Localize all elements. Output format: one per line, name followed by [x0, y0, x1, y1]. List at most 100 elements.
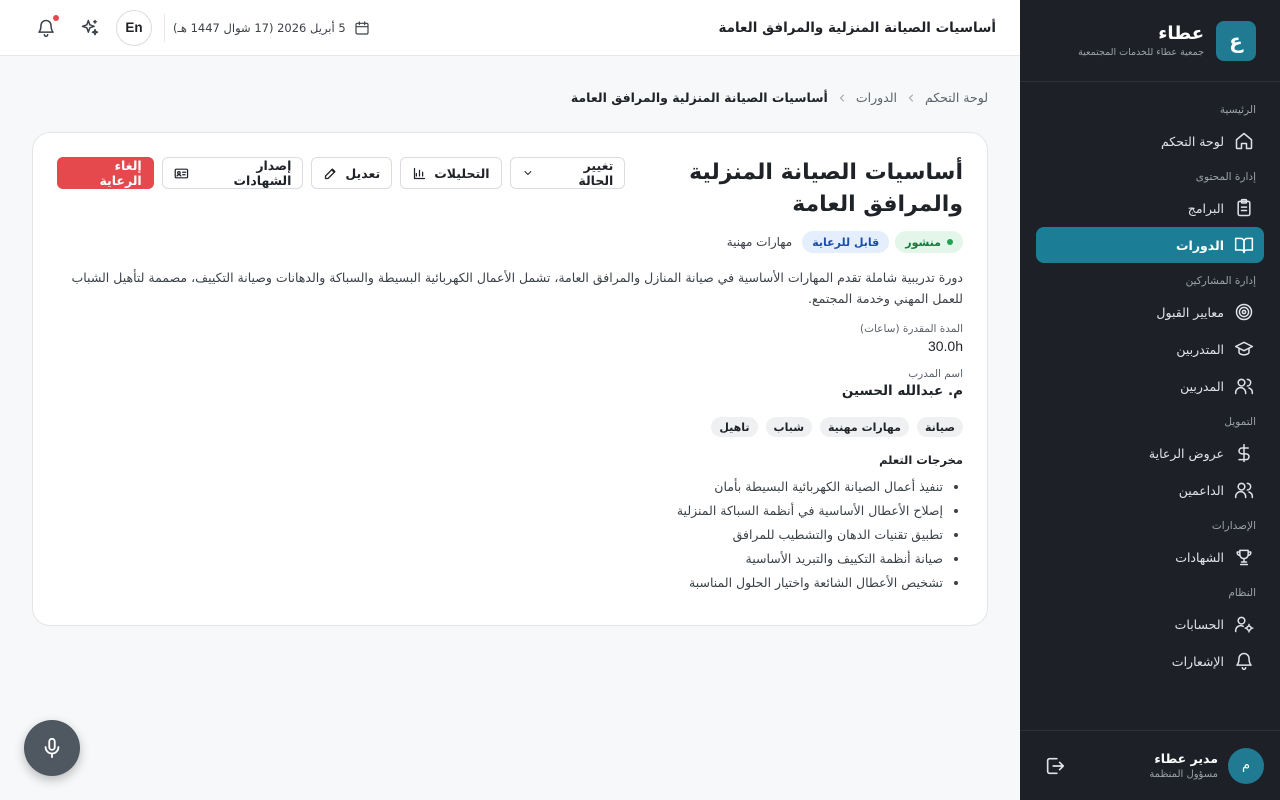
list-item: صيانة أنظمة التكييف والتبريد الأساسية	[57, 547, 943, 571]
pencil-icon	[325, 168, 336, 179]
logout-icon[interactable]	[1044, 755, 1066, 777]
change-status-select[interactable]: تغيير الحالة	[509, 157, 626, 189]
brand-name: عطاء	[1158, 23, 1204, 44]
outcomes-title: مخرجات التعلم	[879, 453, 963, 467]
status-label: منشور	[905, 235, 941, 249]
breadcrumb-dashboard[interactable]: لوحة التحكم	[925, 90, 988, 105]
book-open-icon	[1234, 237, 1254, 254]
page-title: أساسيات الصيانة المنزلية والمرافق العامة	[718, 19, 996, 36]
dollar-icon	[1238, 443, 1250, 463]
trophy-icon	[1236, 549, 1252, 566]
issue-certificates-label: إصدار الشهادات	[233, 158, 292, 188]
date-display: 5 أبريل 2026 (17 شوال 1447 هـ)	[173, 20, 370, 36]
chevron-left-icon	[908, 94, 913, 101]
duration-value: 30.0h	[927, 338, 963, 354]
language-toggle-button[interactable]: En	[116, 9, 152, 46]
course-tags: صيانة مهارات مهنية شباب تاهيل	[57, 417, 963, 437]
edit-label: تعديل	[345, 165, 381, 181]
instructor-label: اسم المدرب	[908, 368, 963, 380]
topbar: أساسيات الصيانة المنزلية والمرافق العامة…	[0, 0, 1020, 56]
sidebar-item-sponsors[interactable]: الداعمين	[1036, 472, 1264, 508]
sidebar-item-label: الشهادات	[1175, 549, 1224, 565]
sidebar-item-label: عروض الرعاية	[1148, 445, 1224, 461]
user-bar: م مدير عطاء مسؤول المنظمة	[1020, 730, 1280, 800]
target-icon	[1235, 303, 1253, 321]
sidebar-nav: الرئيسية لوحة التحكم إدارة المحتوى البرا…	[1020, 82, 1280, 679]
graduation-cap-icon	[1234, 341, 1254, 356]
sidebar-item-trainers[interactable]: المدربين	[1036, 368, 1264, 404]
cancel-sponsorship-button[interactable]: إلغاء الرعاية	[57, 157, 154, 189]
chevron-down-icon	[524, 171, 531, 175]
bell-icon	[1236, 652, 1252, 671]
nav-section-participants: إدارة المشاركين	[1185, 275, 1256, 287]
chevron-left-icon	[839, 94, 844, 101]
course-actions: تغيير الحالة التحليلات تعديل إصدار الشها…	[57, 157, 626, 189]
status-badge: منشور	[895, 231, 963, 253]
list-item: تشخيص الأعطال الشائعة واختيار الحلول الم…	[57, 571, 943, 595]
voice-input-button[interactable]	[24, 720, 80, 776]
tag: مهارات مهنية	[820, 417, 909, 437]
instructor-field: اسم المدرب م. عبدالله الحسين	[57, 368, 963, 399]
home-icon	[1235, 132, 1253, 150]
topbar-divider	[164, 13, 165, 42]
change-status-label: تغيير الحالة	[578, 158, 614, 188]
nav-section-releases: الإصدارات	[1211, 520, 1256, 532]
user-name: مدير عطاء	[1154, 751, 1218, 766]
list-item: تطبيق تقنيات الدهان والتشطيب للمرافق	[57, 523, 943, 547]
issue-certificates-button[interactable]: إصدار الشهادات	[161, 157, 304, 189]
sidebar-item-label: المتدربين	[1176, 341, 1224, 357]
users-icon	[1234, 378, 1254, 395]
microphone-icon	[44, 737, 60, 759]
brand-logo: ع	[1216, 20, 1256, 61]
course-description: دورة تدريبية شاملة تقدم المهارات الأساسي…	[71, 270, 963, 306]
sidebar: ع عطاء جمعية عطاء للخدمات المجتمعية الرئ…	[1020, 0, 1280, 800]
user-role: مسؤول المنظمة	[1149, 769, 1218, 780]
analytics-button[interactable]: التحليلات	[400, 157, 502, 189]
sidebar-item-label: لوحة التحكم	[1160, 133, 1224, 149]
list-item: تنفيذ أعمال الصيانة الكهربائية البسيطة ب…	[57, 475, 943, 499]
breadcrumb-current: أساسيات الصيانة المنزلية والمرافق العامة	[570, 90, 828, 105]
sidebar-item-label: الداعمين	[1178, 482, 1224, 498]
sidebar-item-label: الدورات	[1175, 237, 1224, 253]
outcomes-list: تنفيذ أعمال الصيانة الكهربائية البسيطة ب…	[57, 475, 963, 595]
sidebar-item-admission-criteria[interactable]: معايير القبول	[1036, 294, 1264, 330]
clipboard-icon	[1237, 198, 1251, 217]
notifications-button[interactable]	[28, 10, 64, 46]
course-badges: منشور قابل للرعاية مهارات مهنية	[57, 231, 963, 253]
ai-sparkles-button[interactable]	[72, 10, 108, 46]
notification-dot	[53, 14, 59, 21]
breadcrumb: لوحة التحكم الدورات أساسيات الصيانة المن…	[571, 90, 988, 105]
sidebar-item-accounts[interactable]: الحسابات	[1036, 606, 1264, 642]
tag: صيانة	[916, 417, 963, 437]
sidebar-item-notifications[interactable]: الإشعارات	[1036, 643, 1264, 679]
sidebar-item-label: الحسابات	[1174, 616, 1224, 632]
list-item: إصلاح الأعطال الأساسية في أنظمة السباكة …	[57, 499, 943, 523]
date-text: 5 أبريل 2026 (17 شوال 1447 هـ)	[173, 20, 346, 35]
sidebar-item-courses[interactable]: الدورات	[1036, 227, 1264, 263]
sidebar-item-certificates[interactable]: الشهادات	[1036, 539, 1264, 575]
sidebar-item-sponsorship-offers[interactable]: عروض الرعاية	[1036, 435, 1264, 471]
calendar-icon	[355, 20, 369, 35]
analytics-label: التحليلات	[434, 165, 490, 181]
sponsorable-badge: قابل للرعاية	[802, 231, 890, 253]
user-cog-icon	[1234, 616, 1254, 633]
course-title: أساسيات الصيانة المنزلية والمرافق العامة	[689, 160, 963, 217]
avatar[interactable]: م	[1228, 747, 1264, 784]
breadcrumb-courses[interactable]: الدورات	[856, 90, 897, 105]
course-card: أساسيات الصيانة المنزلية والمرافق العامة…	[32, 132, 988, 626]
sidebar-item-programs[interactable]: البرامج	[1036, 190, 1264, 226]
tag: تاهيل	[711, 417, 758, 437]
brand-subtitle: جمعية عطاء للخدمات المجتمعية	[1078, 47, 1204, 58]
status-dot	[947, 239, 953, 245]
nav-section-content: إدارة المحتوى	[1195, 171, 1256, 183]
sidebar-item-label: الإشعارات	[1171, 653, 1224, 669]
course-category: مهارات مهنية	[726, 235, 793, 249]
sidebar-item-dashboard[interactable]: لوحة التحكم	[1036, 123, 1264, 159]
bar-chart-icon	[414, 167, 426, 179]
edit-button[interactable]: تعديل	[311, 157, 393, 189]
sidebar-item-label: معايير القبول	[1156, 304, 1224, 320]
tag: شباب	[765, 417, 813, 437]
sidebar-item-trainees[interactable]: المتدربين	[1036, 331, 1264, 367]
duration-field: المدة المقدرة (ساعات) 30.0h	[57, 323, 963, 354]
nav-section-system: النظام	[1228, 587, 1256, 599]
